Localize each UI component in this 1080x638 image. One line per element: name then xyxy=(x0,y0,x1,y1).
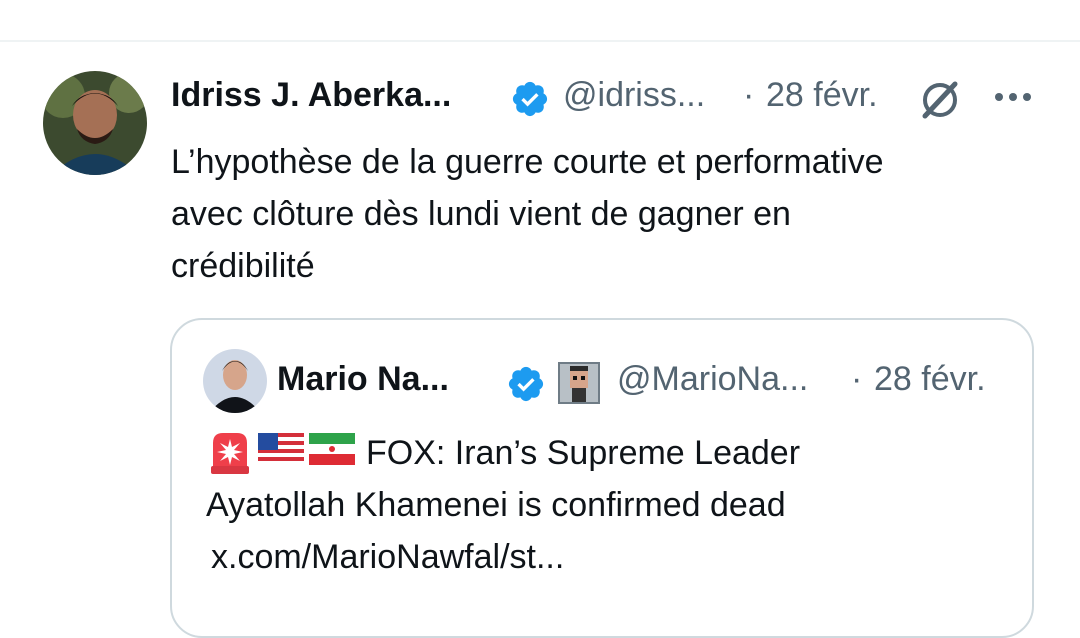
iran-flag-icon xyxy=(309,433,355,465)
tweet-date[interactable]: 28 févr. xyxy=(766,76,878,115)
author-handle[interactable]: @idriss... xyxy=(563,76,705,115)
quoted-tweet-link[interactable]: x.com/MarioNawfal/st... xyxy=(211,531,564,583)
quoted-author-avatar[interactable] xyxy=(203,349,267,413)
us-flag-icon xyxy=(258,433,304,465)
meta-separator: · xyxy=(743,76,755,114)
bookmark-icon[interactable] xyxy=(912,0,946,8)
author-avatar[interactable] xyxy=(43,71,147,175)
previous-tweet-actions xyxy=(0,0,1080,40)
share-icon[interactable] xyxy=(1008,0,1042,8)
quoted-meta-separator: · xyxy=(851,360,863,398)
quoted-tweet-text-line-1: FOX: Iran’s Supreme Leader Ayatollah Kham… xyxy=(206,427,800,524)
quoted-tweet-card[interactable]: Mario Na... @MarioNa... · 28 févr. FOX: … xyxy=(170,318,1034,638)
reply-icon[interactable] xyxy=(175,0,209,8)
siren-icon xyxy=(211,433,249,474)
verified-badge-icon[interactable] xyxy=(506,364,546,404)
pixel-avatar-icon xyxy=(558,362,600,404)
quoted-tweet-text-line-2: Ayatollah Khamenei is confirmed dead xyxy=(206,486,786,524)
quoted-tweet-date[interactable]: 28 févr. xyxy=(874,360,986,399)
tweet-divider xyxy=(0,40,1080,42)
quoted-author-handle[interactable]: @MarioNa... xyxy=(617,360,808,399)
quoted-author-name[interactable]: Mario Na... xyxy=(277,360,449,399)
author-name[interactable]: Idriss J. Aberka... xyxy=(171,76,451,115)
tweet-text: L’hypothèse de la guerre courte et perfo… xyxy=(171,143,884,285)
grok-icon[interactable] xyxy=(917,76,963,122)
verified-badge-icon[interactable] xyxy=(510,79,550,119)
more-options-icon[interactable] xyxy=(993,89,1033,105)
